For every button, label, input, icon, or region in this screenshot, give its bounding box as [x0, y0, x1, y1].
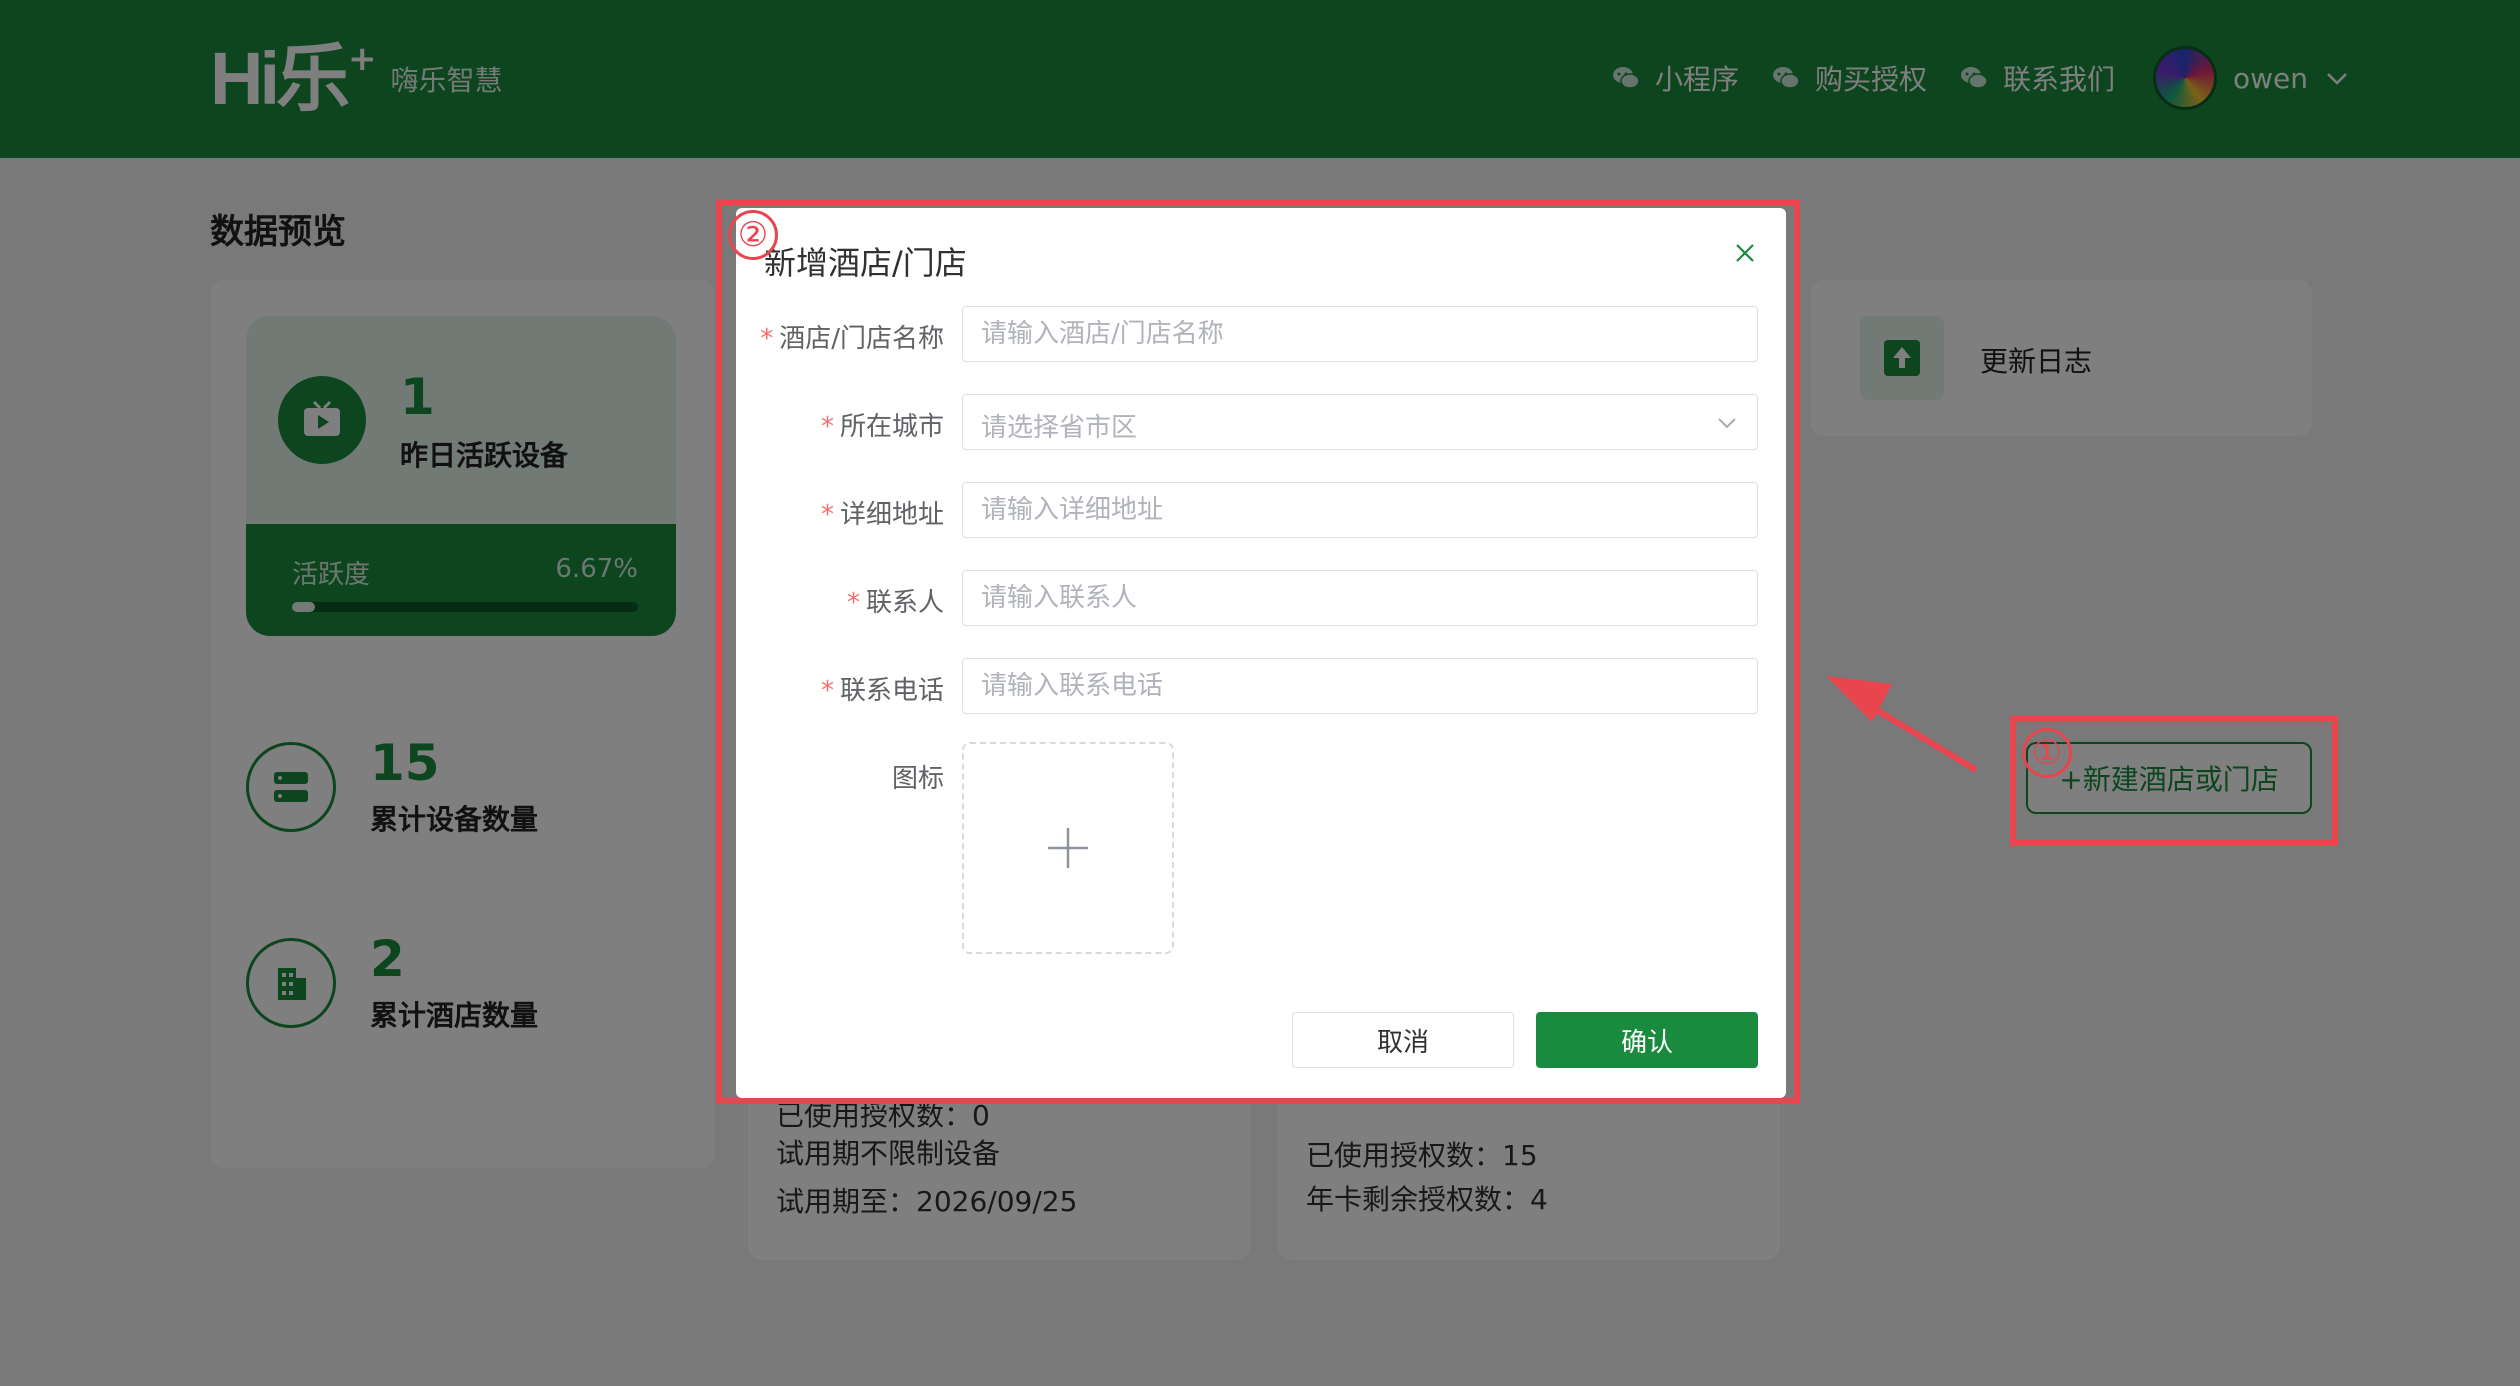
step-badge-2: ②: [728, 210, 778, 260]
step-badge-1: ①: [2022, 728, 2072, 778]
highlight-dialog-box: [716, 200, 1800, 1104]
